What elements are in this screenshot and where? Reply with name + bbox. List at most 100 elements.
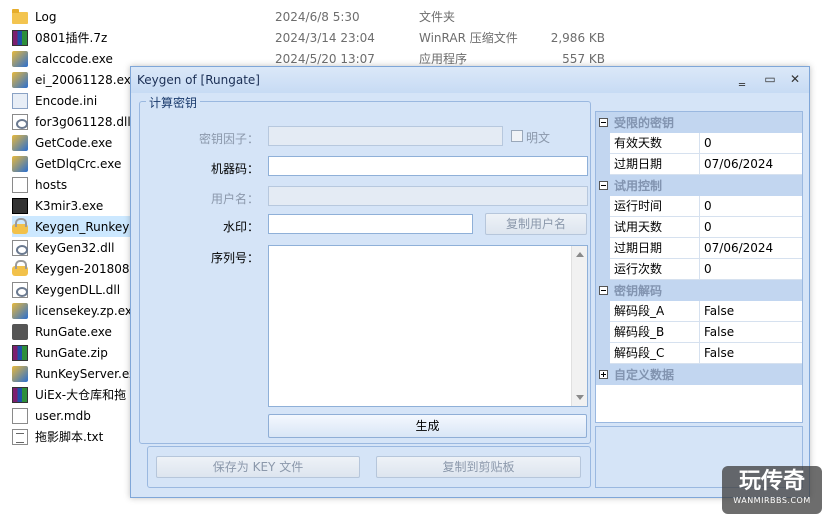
prop-row[interactable]: 解码段_A False (610, 301, 802, 322)
plaintext-label: 明文 (526, 131, 551, 145)
collapse-icon[interactable] (599, 118, 608, 127)
file-size: 557 KB (562, 51, 605, 66)
file-name: 0801插件.7z (35, 31, 108, 45)
serial-label: 序列号： (210, 251, 259, 265)
machine-code-label: 机器码： (210, 162, 259, 176)
exe-icon (12, 50, 28, 67)
dll-icon (12, 113, 28, 130)
prop-key: 试用天数 (610, 217, 700, 237)
serial-scrollbar[interactable] (571, 246, 587, 406)
dll-icon (12, 281, 28, 298)
category-restricted-key[interactable]: 受限的密钥 (596, 112, 802, 133)
dll-icon (12, 239, 28, 256)
file-size: 2,986 KB (550, 30, 605, 45)
category-key-decode[interactable]: 密钥解码 (596, 280, 802, 301)
prop-row[interactable]: 有效天数 0 (610, 133, 802, 154)
exe-icon (12, 365, 28, 382)
file-date: 2024/6/8 5:30 (275, 9, 360, 24)
prop-row[interactable]: 解码段_C False (610, 343, 802, 364)
site-logo: 玩传奇 WANMIRBBS.COM (722, 466, 822, 514)
title-bar[interactable]: Keygen of [Rungate] ‗ ▭ ✕ (131, 67, 809, 93)
prop-value[interactable]: False (700, 343, 734, 363)
exe-icon (12, 134, 28, 151)
prop-row[interactable]: 试用天数 0 (610, 217, 802, 238)
prop-value[interactable]: 0 (700, 196, 712, 216)
category-label: 受限的密钥 (614, 116, 675, 130)
app-icon (12, 197, 28, 214)
prop-row[interactable]: 运行次数 0 (610, 259, 802, 280)
keygen-dialog: Keygen of [Rungate] ‗ ▭ ✕ 计算密钥 密钥因子： 明文 … (130, 66, 810, 498)
minimize-button[interactable]: ‗ (733, 71, 751, 87)
collapse-icon[interactable] (599, 181, 608, 190)
prop-row[interactable]: 运行时间 0 (610, 196, 802, 217)
username-label: 用户名： (210, 192, 259, 206)
category-label: 密钥解码 (614, 284, 663, 298)
prop-row[interactable]: 过期日期 07/06/2024 (610, 238, 802, 259)
prop-key: 解码段_C (610, 343, 700, 363)
prop-value[interactable]: 0 (700, 217, 712, 237)
maximize-button[interactable]: ▭ (761, 71, 779, 87)
close-button[interactable]: ✕ (786, 71, 804, 87)
prop-value[interactable]: False (700, 301, 734, 321)
file-type: WinRAR 压缩文件 (419, 31, 518, 45)
collapse-icon[interactable] (599, 286, 608, 295)
serial-textarea[interactable] (268, 245, 588, 407)
generate-button[interactable]: 生成 (268, 414, 587, 438)
key-factor-label: 密钥因子： (198, 132, 259, 146)
save-key-button[interactable]: 保存为 KEY 文件 (156, 456, 360, 478)
rar-icon (12, 386, 28, 403)
expand-icon[interactable] (599, 370, 608, 379)
prop-value[interactable]: 0 (700, 133, 712, 153)
scroll-up-icon[interactable] (576, 252, 584, 257)
property-grid: 受限的密钥 有效天数 0 过期日期 07/06/2024 试用控制 运行时间 0… (595, 111, 803, 423)
file-icon (12, 407, 28, 424)
watermark-label: 水印： (222, 220, 259, 234)
rar-icon (12, 29, 28, 46)
exe-icon (12, 71, 28, 88)
copy-clipboard-button[interactable]: 复制到剪贴板 (376, 456, 581, 478)
category-custom-data[interactable]: 自定义数据 (596, 364, 802, 385)
file-icon (12, 176, 28, 193)
group-title: 计算密钥 (146, 94, 201, 111)
window-title: Keygen of [Rungate] (137, 73, 260, 87)
exe-icon (12, 302, 28, 319)
prop-key: 解码段_B (610, 322, 700, 342)
prop-row[interactable]: 解码段_B False (610, 322, 802, 343)
ini-icon (12, 92, 28, 109)
username-input[interactable] (268, 186, 588, 206)
scroll-down-icon[interactable] (576, 395, 584, 400)
file-date: 2024/5/20 13:07 (275, 51, 375, 66)
prop-value[interactable]: 07/06/2024 (700, 154, 773, 174)
category-trial-control[interactable]: 试用控制 (596, 175, 802, 196)
prop-value[interactable]: 07/06/2024 (700, 238, 773, 258)
logo-sub-text: WANMIRBBS.COM (733, 496, 811, 505)
machine-code-input[interactable] (268, 156, 588, 176)
txt-icon (12, 428, 28, 445)
prop-key: 过期日期 (610, 238, 700, 258)
category-label: 试用控制 (614, 179, 663, 193)
prop-key: 有效天数 (610, 133, 700, 153)
file-row[interactable]: Log 2024/6/8 5:30 文件夹 (12, 6, 712, 27)
rar-icon (12, 344, 28, 361)
prop-value[interactable]: 0 (700, 259, 712, 279)
watermark-input[interactable] (268, 214, 473, 234)
propgrid-margin (596, 112, 610, 384)
lock-icon (12, 218, 28, 234)
folder-icon (12, 8, 28, 24)
prop-key: 运行次数 (610, 259, 700, 279)
exe-icon (12, 155, 28, 172)
file-row[interactable]: 0801插件.7z 2024/3/14 23:04 WinRAR 压缩文件 2,986… (12, 27, 712, 48)
logo-main-text: 玩传奇 (738, 469, 805, 494)
gate-icon (12, 323, 28, 340)
prop-key: 解码段_A (610, 301, 700, 321)
prop-key: 过期日期 (610, 154, 700, 174)
prop-value[interactable]: False (700, 322, 734, 342)
file-name: calccode.exe (35, 51, 113, 66)
file-type: 文件夹 (419, 10, 456, 24)
prop-key: 运行时间 (610, 196, 700, 216)
prop-row[interactable]: 过期日期 07/06/2024 (610, 154, 802, 175)
key-factor-input[interactable] (268, 126, 503, 146)
plaintext-checkbox[interactable] (511, 130, 523, 142)
copy-username-button[interactable]: 复制用户名 (485, 213, 587, 235)
file-date: 2024/3/14 23:04 (275, 30, 375, 45)
